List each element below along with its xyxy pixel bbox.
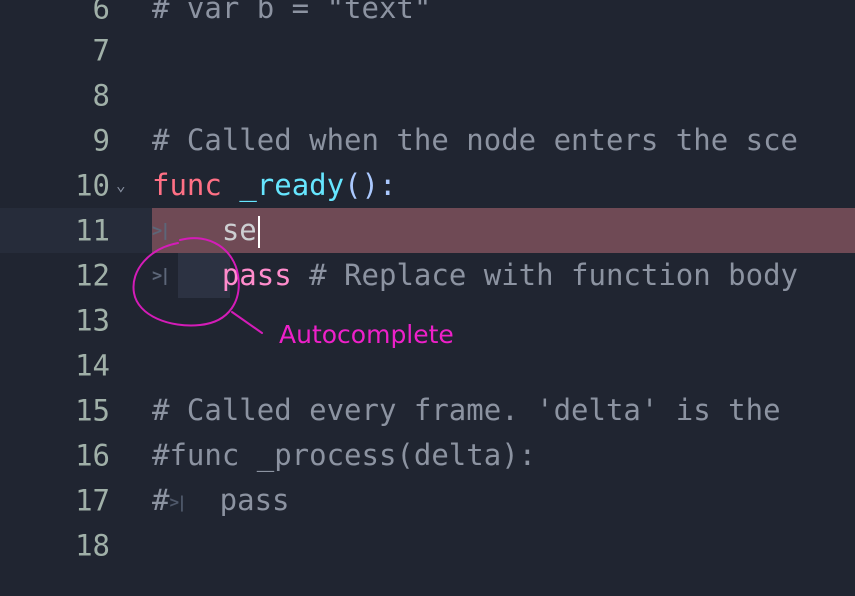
code-line[interactable]: 16 #func _process(delta): [0,433,855,478]
code-text: #>| pass [152,478,855,523]
code-line-current[interactable]: 11 se >| [0,208,855,253]
code-line[interactable]: 7 [0,28,855,73]
function-params: (): [344,168,397,202]
chevron-down-icon[interactable]: ⌄ [116,175,126,194]
comment-hash: # [152,483,170,517]
line-number: 10 [75,168,110,202]
code-text: func _ready(): [152,163,855,208]
code-text: # Called when the node enters the sce [152,123,799,157]
keyword-pass: pass [221,258,292,292]
line-number: 8 [92,78,110,112]
line-number: 17 [75,483,110,517]
line-number: 18 [75,528,110,562]
line-number: 16 [75,438,110,472]
line-number: 11 [75,213,110,247]
code-line[interactable]: 12 >| pass # Replace with function body [0,253,855,298]
function-name: _ready [239,168,345,202]
code-line[interactable]: 8 [0,73,855,118]
comment-text: # Replace with function body [291,258,799,292]
tab-indent-icon: >| [152,220,171,241]
line-number: 14 [75,348,110,382]
text-cursor [257,216,260,248]
code-text-error: se [152,208,855,253]
line-number: 9 [92,123,110,157]
code-text: # var b = "text" [152,0,432,25]
code-line[interactable]: 14 [0,343,855,388]
keyword-func: func [152,168,222,202]
code-line[interactable]: 10 ⌄ func _ready(): [0,163,855,208]
annotation-label: Autocomplete [279,320,454,349]
line-number: 12 [75,258,110,292]
code-text: # Called every frame. 'delta' is the [152,393,781,427]
code-text: #func _process(delta): [152,438,537,472]
code-line[interactable]: 9 # Called when the node enters the sce [0,118,855,163]
code-line[interactable]: 6 # var b = "text" [0,0,855,31]
line-number: 6 [92,0,110,25]
code-line[interactable]: 18 [0,523,855,568]
comment-text: pass [219,483,290,517]
code-line[interactable]: 15 # Called every frame. 'delta' is the [0,388,855,433]
code-editor[interactable]: 6 # var b = "text" 7 8 9 # Called when t… [0,0,855,596]
line-number: 15 [75,393,110,427]
line-number: 13 [75,303,110,337]
tab-indent-icon: >| [169,492,186,512]
code-text: pass # Replace with function body [152,253,855,298]
line-number: 7 [92,33,110,67]
typed-text: se [221,213,257,247]
code-line[interactable]: 17 #>| pass [0,478,855,523]
